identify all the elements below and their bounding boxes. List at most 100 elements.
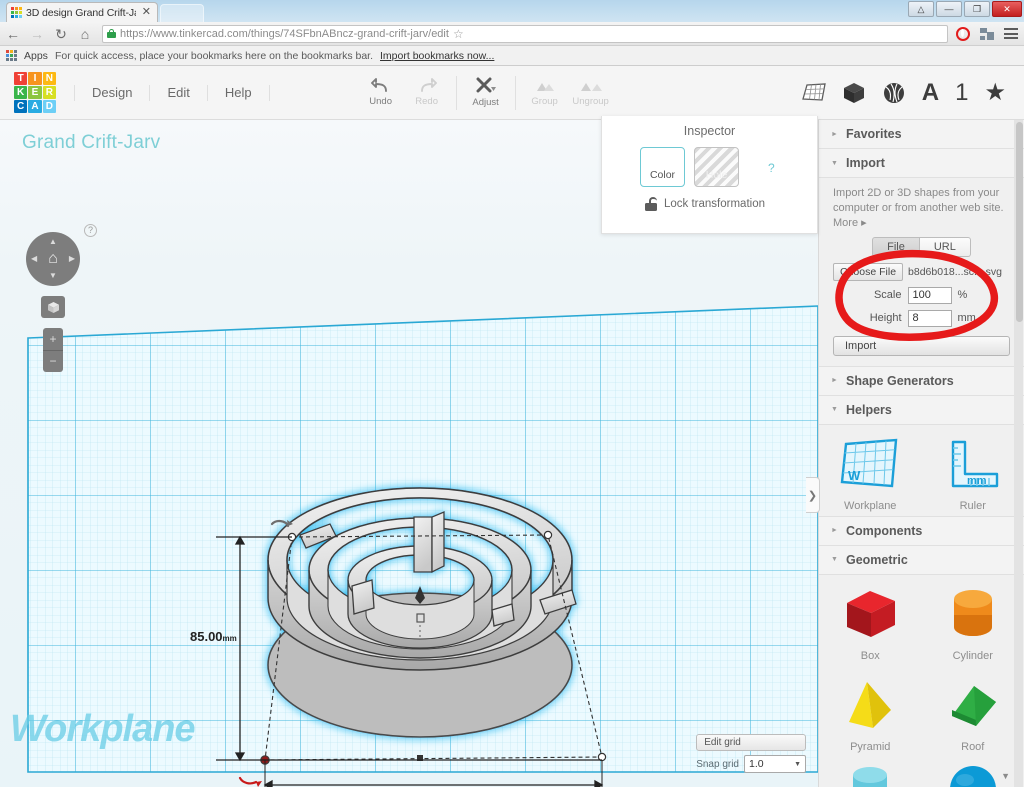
new-tab-button[interactable]	[160, 4, 204, 22]
edit-grid-button[interactable]: Edit grid	[696, 734, 806, 751]
chevron-down-icon: ▼	[794, 760, 801, 768]
sidebar-section-components[interactable]: ► Components	[819, 516, 1024, 546]
edit-tool-group: Undo Redo Adjust Group Ungroup	[358, 66, 614, 120]
project-title[interactable]: Grand Crift-Jarv	[22, 132, 160, 154]
import-section-body: Import 2D or 3D shapes from your compute…	[819, 178, 1024, 367]
opera-extension-icon[interactable]	[954, 25, 972, 43]
url-path: /things/74SFbnABncz-grand-crift-jarv/edi…	[247, 27, 449, 40]
import-bookmarks-link[interactable]: Import bookmarks now...	[380, 50, 494, 62]
back-icon[interactable]: ←	[4, 27, 22, 41]
shape-box-label: Box	[860, 649, 880, 662]
home-view-icon[interactable]: ⌂	[48, 251, 58, 267]
shape-roof[interactable]: Roof	[922, 666, 1024, 757]
text-a-icon[interactable]: A	[922, 80, 939, 105]
menu-help[interactable]: Help	[208, 84, 270, 101]
scale-input[interactable]: 100	[907, 286, 952, 304]
toolbar-divider	[455, 75, 457, 110]
sidebar-section-shape-generators[interactable]: ► Shape Generators	[819, 366, 1024, 396]
adjust-icon	[476, 77, 496, 93]
shape-cylinder[interactable]: Cylinder	[922, 575, 1024, 666]
zoom-in-button[interactable]: +	[43, 328, 63, 351]
nav-right-icon[interactable]: ▶	[69, 255, 75, 263]
reload-icon[interactable]: ↻	[52, 27, 70, 41]
fit-view-cube-button[interactable]	[41, 296, 65, 318]
workplane-grid-icon[interactable]	[801, 82, 826, 104]
number-1-icon[interactable]: 1	[955, 80, 968, 105]
inspector-help-icon[interactable]: ?	[768, 161, 775, 175]
window-minimize-button[interactable]: —	[936, 1, 962, 17]
import-label: Import	[846, 156, 885, 170]
nav-up-icon[interactable]: ▲	[49, 238, 57, 246]
menu-design[interactable]: Design	[74, 84, 151, 101]
chevron-down-icon: ▼	[831, 556, 838, 564]
grid-controls: Edit grid Snap grid 1.0 ▼	[696, 734, 806, 773]
shape-cone[interactable]	[819, 757, 922, 787]
helpers-label: Helpers	[846, 402, 892, 417]
address-bar[interactable]: https://www.tinkercad.com/things/74SFbnA…	[102, 24, 948, 43]
view-navigation-disc[interactable]: ▲ ▼ ◀ ▶ ⌂	[26, 232, 80, 286]
color-swatch-button[interactable]: Color	[640, 147, 685, 187]
window-controls: △ — ❐ ✕	[908, 1, 1022, 17]
window-user-button[interactable]: △	[908, 1, 934, 17]
sidebar-section-import[interactable]: ▼ Import	[819, 149, 1024, 178]
helper-ruler[interactable]: mm Ruler	[922, 425, 1024, 516]
snap-grid-select[interactable]: 1.0 ▼	[744, 755, 806, 773]
sidebar-section-helpers[interactable]: ▼ Helpers	[819, 395, 1024, 425]
shape-pyramid[interactable]: Pyramid	[819, 666, 922, 757]
tinkercad-logo[interactable]: T I N K E R C A D	[14, 71, 56, 114]
home-icon[interactable]: ⌂	[76, 27, 94, 41]
import-button[interactable]: Import	[833, 335, 1010, 356]
pyramid-shape-icon	[834, 674, 906, 736]
inspector-swatch-row: Color Hole ?	[640, 147, 817, 187]
import-source-tabs: File URL	[833, 236, 1010, 257]
adjust-button[interactable]: Adjust	[463, 77, 509, 108]
lock-transformation-row[interactable]: Lock transformation	[644, 197, 817, 211]
chrome-menu-icon[interactable]	[1002, 25, 1020, 43]
redo-button[interactable]: Redo	[404, 78, 450, 107]
inspector-panel: Inspector Color Hole ? Lock transformati…	[601, 116, 818, 234]
sidebar-scroll-down-icon[interactable]: ▼	[1001, 771, 1010, 781]
tab-file[interactable]: File	[872, 236, 920, 257]
zoom-out-button[interactable]: −	[43, 351, 63, 373]
tab-url[interactable]: URL	[919, 236, 971, 257]
tab-close-icon[interactable]: ✕	[140, 7, 153, 18]
cube-icon[interactable]	[842, 81, 866, 105]
helper-workplane[interactable]: W Workplane	[819, 425, 922, 516]
window-close-button[interactable]: ✕	[992, 1, 1022, 17]
group-button[interactable]: Group	[522, 78, 568, 107]
browser-tab[interactable]: 3D design Grand Crift-Jar ✕	[6, 2, 158, 22]
zoom-controls: + −	[43, 328, 63, 372]
import-more-link[interactable]: More ▸	[833, 216, 1010, 229]
window-maximize-button[interactable]: ❐	[964, 1, 990, 17]
window-split-extension-icon[interactable]	[978, 25, 996, 43]
height-row: Height 8 mm	[833, 309, 1010, 327]
components-label: Components	[846, 523, 923, 538]
bookmark-star-icon[interactable]: ☆	[453, 27, 464, 41]
shape-box[interactable]: Box	[819, 575, 922, 666]
nav-left-icon[interactable]: ◀	[31, 255, 37, 263]
ruler-helper-icon: mm	[937, 433, 1009, 495]
star-icon[interactable]: ★	[984, 80, 1006, 105]
undo-button[interactable]: Undo	[358, 78, 404, 107]
apps-grid-icon[interactable]	[6, 50, 17, 61]
helper-ruler-label: Ruler	[959, 499, 986, 512]
menu-edit[interactable]: Edit	[150, 84, 208, 101]
logo-letter: I	[28, 71, 42, 85]
sidebar-section-favorites[interactable]: ► Favorites	[819, 120, 1024, 149]
height-input[interactable]: 8	[907, 309, 952, 327]
forward-icon[interactable]: →	[28, 27, 46, 41]
choose-file-button[interactable]: Choose File	[833, 262, 904, 281]
hole-swatch-button[interactable]: Hole	[694, 147, 739, 187]
ungroup-button[interactable]: Ungroup	[568, 78, 614, 107]
url-text: https://www.tinkercad.com/things/74SFbnA…	[120, 28, 449, 40]
panel-expand-toggle[interactable]: ❯	[806, 477, 820, 513]
geometric-shapes-grid: Box Cylinder Pyramid Roof	[819, 575, 1024, 787]
cube-icon	[47, 301, 59, 313]
shapes-icon[interactable]	[882, 81, 906, 105]
sidebar-section-geometric[interactable]: ▼ Geometric	[819, 545, 1024, 575]
height-unit: mm	[957, 312, 976, 325]
apps-label[interactable]: Apps	[24, 50, 48, 62]
viewport-help-icon[interactable]: ?	[84, 224, 97, 237]
sidebar-scrollbar-thumb[interactable]	[1016, 122, 1023, 322]
nav-down-icon[interactable]: ▼	[49, 272, 57, 280]
